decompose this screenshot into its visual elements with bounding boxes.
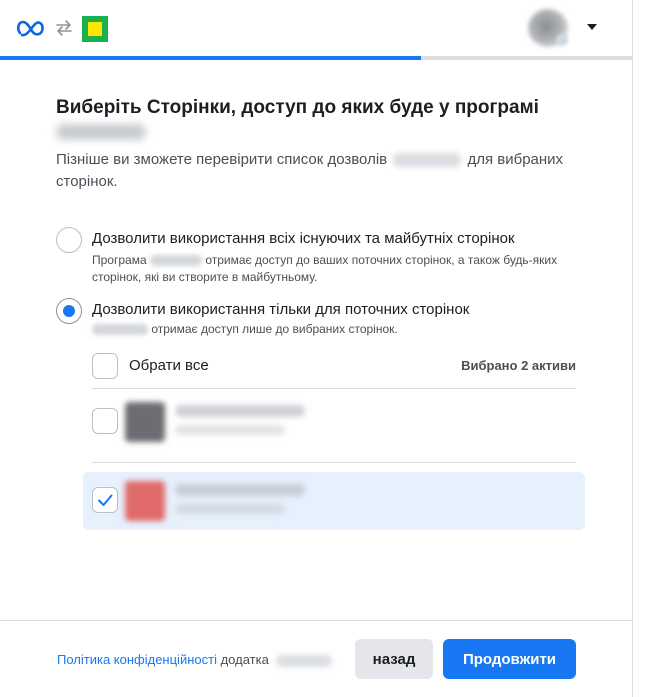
option-current-desc-after: отримає доступ лише до вибраних сторінок… (151, 322, 398, 336)
back-button[interactable]: назад (355, 639, 433, 679)
divider (92, 388, 576, 389)
option-all-desc-before: Програма (92, 253, 147, 267)
privacy-suffix: додатка (220, 652, 269, 667)
continue-button[interactable]: Продовжити (443, 639, 576, 679)
checkmark-icon (98, 494, 113, 506)
caret-down-icon[interactable] (587, 24, 597, 30)
select-all-label: Обрати все (129, 357, 209, 374)
page-subtitle: Пізніше ви зможете перевірити список доз… (56, 149, 596, 193)
header (0, 0, 633, 56)
page-checkbox[interactable] (92, 408, 118, 434)
page-thumbnail (125, 481, 165, 521)
page-title: Виберіть Сторінки, доступ до яких буде у… (56, 97, 539, 118)
page-row[interactable] (83, 393, 585, 451)
redacted-text (393, 153, 462, 168)
option-current-label: Дозволити використання тільки для поточн… (92, 301, 470, 318)
privacy-policy-link[interactable]: Політика конфіденційності (57, 652, 217, 667)
avatar-badge (556, 34, 568, 46)
redacted-app-name (276, 654, 333, 667)
footer-divider (0, 620, 633, 621)
option-all-description: Програма отримає доступ до ваших поточни… (92, 252, 562, 286)
meta-logo-icon (17, 20, 44, 37)
page-name-redacted (175, 405, 305, 417)
app-icon (82, 16, 108, 42)
divider (92, 462, 576, 463)
select-all-checkbox[interactable] (92, 353, 118, 379)
option-all-label: Дозволити використання всіх існуючих та … (92, 230, 515, 247)
privacy-text: Політика конфіденційності додатка (57, 651, 333, 669)
radio-all-pages[interactable] (56, 227, 82, 253)
redacted-app-name (149, 255, 202, 267)
page-subtitle-redacted (175, 425, 285, 435)
progress-fill (0, 56, 421, 60)
option-current-description: отримає доступ лише до вибраних сторінок… (92, 321, 562, 338)
dialog: Виберіть Сторінки, доступ до яких буде у… (0, 0, 633, 697)
subtitle-text-before: Пізніше ви зможете перевірити список доз… (56, 151, 388, 168)
selected-count: Вибрано 2 активи (461, 358, 576, 373)
app-name-redacted (56, 124, 146, 140)
page-name-redacted (175, 484, 305, 496)
page-subtitle-redacted (175, 504, 285, 514)
page-thumbnail (125, 402, 165, 442)
page-checkbox[interactable] (92, 487, 118, 513)
radio-current-pages[interactable] (56, 298, 82, 324)
redacted-app-name (92, 324, 148, 336)
progress-bar (0, 56, 633, 60)
page-row[interactable] (83, 472, 585, 530)
swap-arrows-icon (56, 20, 72, 36)
